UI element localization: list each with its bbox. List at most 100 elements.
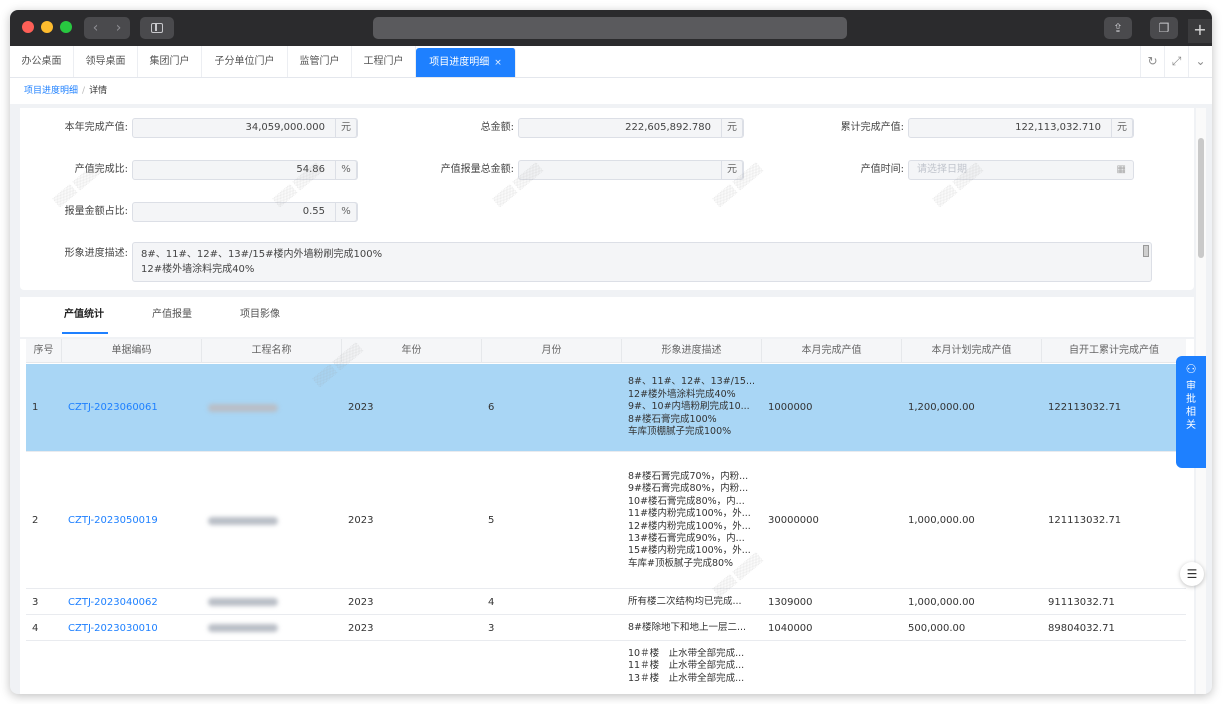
table-row[interactable]: 4 CZTJ-2023030010 2023 3 8#楼除地下和地上一层二...… [26,616,1186,641]
tab-project-images[interactable]: 项目影像 [232,297,290,337]
reported-total-unit: 元 [721,161,743,179]
panel-char: 相 [1186,407,1196,418]
close-tab-icon[interactable]: × [494,58,502,68]
document-code-link[interactable]: CZTJ-2023060061 [62,364,202,451]
cumulative-output-cell: 91113032.71 [1048,596,1115,608]
table-row[interactable]: 3 CZTJ-2023040062 2023 4 所有楼二次结构均已完成... … [26,590,1186,615]
refresh-icon[interactable]: ↻ [1140,46,1164,77]
panel-char: 批 [1186,394,1196,405]
forward-button[interactable]: › [107,17,130,39]
tab-tools: ↻ ⤢ ⌄ [1140,46,1212,77]
app-tab-bar: 办公桌面 领导桌面 集团门户 子分单位门户 监管门户 工程门户 项目进度明细 × … [10,46,1212,78]
annual-output-label: 本年完成产值: [64,122,128,133]
detail-tabs: 产值统计 产值报量 项目影像 [20,297,1194,337]
column-header: 本月计划完成产值 [902,339,1042,363]
tab-supervision-portal[interactable]: 监管门户 [288,46,352,77]
report-ratio-field[interactable]: 0.55% [132,202,358,222]
column-header: 月份 [482,339,622,363]
panel-char: 关 [1186,420,1196,431]
table-row[interactable]: 1 CZTJ-2023060061 2023 6 8#、11#、12#、13#/… [26,364,1186,452]
desc-line: 10＃楼 止水带全部完成... [628,648,745,659]
cumulative-output-cell: 89804032.71 [1048,622,1115,634]
sidebar-icon [151,23,163,33]
redacted-text [208,403,278,412]
document-code-link[interactable]: CZTJ-2023040062 [62,590,202,614]
completion-ratio-label: 产值完成比: [74,164,128,175]
total-amount-unit: 元 [721,119,743,137]
column-header: 工程名称 [202,339,342,363]
sidebar-toggle-button[interactable] [140,17,174,39]
close-window-button[interactable] [22,21,34,33]
project-summary-form: 本年完成产值: 34,059,000.000 元 总金额: 222,605,892… [20,108,1194,290]
tab-label: 办公桌面 [21,56,62,67]
table-row[interactable]: 10＃楼 止水带全部完成... 11＃楼 止水带全部完成... 13＃楼 止水带… [26,642,1186,694]
tab-overview-button[interactable]: ❐ [1150,17,1178,39]
desc-line: 13＃楼 止水带全部完成... [628,672,745,684]
tab-project-progress[interactable]: 项目进度明细 × [416,48,516,77]
tab-office-desktop[interactable]: 办公桌面 [10,46,74,77]
output-time-label: 产值时间: [860,164,904,175]
desc-line: 8#楼除地下和地上一层二... [628,621,747,633]
tab-subunit-portal[interactable]: 子分单位门户 [202,46,288,77]
column-header: 本月完成产值 [762,339,902,363]
tab-label: 工程门户 [363,56,404,67]
tab-output-report[interactable]: 产值报量 [144,297,202,337]
document-code-link[interactable]: CZTJ-2023030010 [62,616,202,640]
year-cell: 2023 [348,402,374,413]
month-output-cell: 1000000 [768,402,813,413]
output-time-datepicker[interactable]: 请选择日期 ▦ [908,160,1134,180]
desc-line: 15#楼内粉完成100%，外... [628,545,751,557]
cumulative-output-label: 累计完成产值: [840,122,904,133]
desc-line: 11＃楼 止水带全部完成... [628,660,745,672]
breadcrumb-current: 详情 [89,86,108,96]
reported-total-field[interactable]: 元 [518,160,744,180]
month-output-cell: 1040000 [768,622,813,634]
textarea-scrollbar[interactable] [1143,245,1149,257]
tabs-icon: ❐ [1158,21,1170,35]
column-settings-button[interactable]: ☰ [1180,562,1204,586]
zoom-window-button[interactable] [60,21,72,33]
year-cell: 2023 [348,515,374,526]
scrollbar-thumb[interactable] [1198,138,1204,258]
report-ratio-unit: % [335,203,357,221]
share-button[interactable]: ⇪ [1104,17,1132,39]
back-button[interactable]: ‹ [84,17,107,39]
share-icon: ⇪ [1112,21,1124,35]
approval-related-panel-button[interactable]: ⚇ 审 批 相 关 [1176,356,1206,468]
month-output-cell: 30000000 [768,515,819,526]
document-code-link[interactable]: CZTJ-2023050019 [62,453,202,588]
desc-line: 9#楼石膏完成80%，内粉... [628,483,749,495]
progress-desc-textarea[interactable]: 8#、11#、12#、13#/15#楼内外墙粉刷完成100% 12#楼外墙涂料完… [132,242,1152,282]
output-statistics-table: 序号 单据编码 工程名称 年份 月份 形象进度描述 本月完成产值 本月计划完成产… [20,339,1194,694]
chevron-down-icon[interactable]: ⌄ [1188,46,1212,77]
month-cell: 6 [488,402,495,413]
tab-leader-desktop[interactable]: 领导桌面 [74,46,138,77]
cumulative-output-field[interactable]: 122,113,032.710 元 [908,118,1134,138]
breadcrumb-parent[interactable]: 项目进度明细 [24,86,78,96]
fullscreen-icon[interactable]: ⤢ [1164,46,1188,77]
tab-engineering-portal[interactable]: 工程门户 [352,46,416,77]
tab-output-statistics[interactable]: 产值统计 [56,297,114,337]
minimize-window-button[interactable] [41,21,53,33]
history-nav: ‹ › [84,17,130,39]
address-bar[interactable] [373,17,847,39]
progress-desc-label: 形象进度描述: [64,248,128,259]
new-tab-button[interactable]: + [1188,19,1212,43]
table-row[interactable]: 2 CZTJ-2023050019 2023 5 8#楼石膏完成70%，内粉..… [26,453,1186,589]
annual-output-field[interactable]: 34,059,000.000 元 [132,118,358,138]
month-cell: 4 [488,596,495,608]
total-amount-field[interactable]: 222,605,892.780 元 [518,118,744,138]
redacted-text [208,516,278,525]
desc-line: 车库#顶板腻子完成80% [628,557,734,569]
tab-group-portal[interactable]: 集团门户 [138,46,202,77]
month-plan-cell: 1,200,000.00 [908,402,975,413]
column-header: 形象进度描述 [622,339,762,363]
completion-ratio-field[interactable]: 54.86% [132,160,358,180]
completion-ratio-unit: % [335,161,357,179]
breadcrumb-separator: / [82,86,86,96]
browser-window: ‹ › ⇪ ❐ + 办公桌面 领导桌面 集团门户 子分单位门户 监管门户 工程门… [10,10,1212,694]
tab-label: 项目进度明细 [429,57,490,68]
redacted-text [208,598,278,606]
calendar-icon: ▦ [1116,164,1126,175]
year-cell: 2023 [348,622,374,634]
